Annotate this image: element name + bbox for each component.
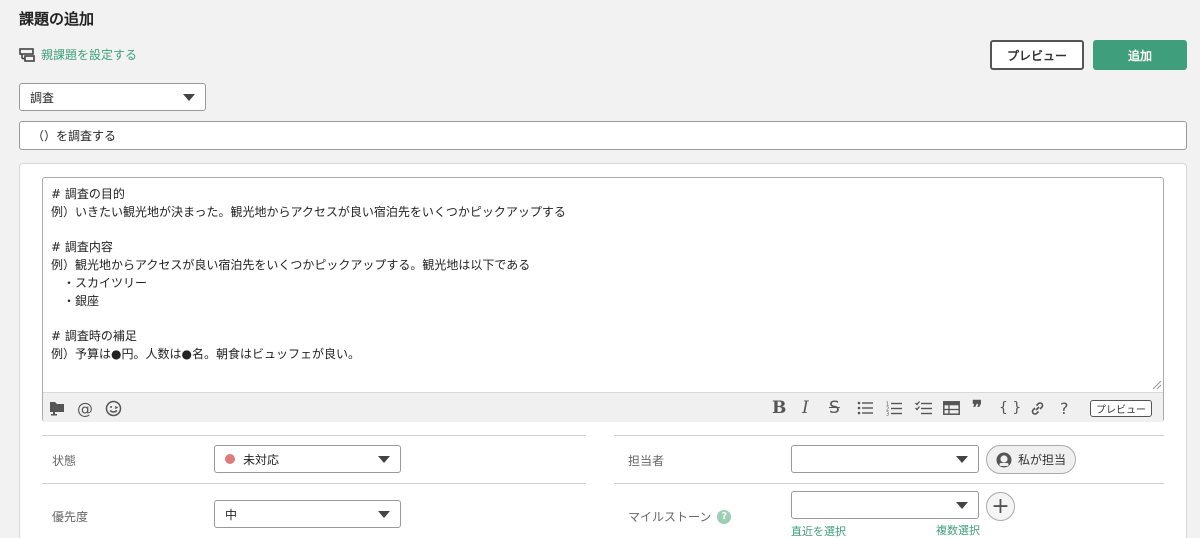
- emoji-icon[interactable]: [105, 399, 122, 417]
- table-icon[interactable]: [943, 399, 960, 417]
- milestone-label: マイルストーン ?: [628, 508, 732, 525]
- select-recent-link[interactable]: 直近を選択: [791, 523, 846, 538]
- divider: [42, 435, 586, 436]
- status-label: 状態: [52, 454, 77, 468]
- divider: [42, 483, 586, 484]
- assignee-label: 担当者: [628, 454, 665, 468]
- description-line: ・銀座: [51, 293, 100, 308]
- page-title: 課題の追加: [19, 10, 95, 28]
- description-line: # 調査の目的: [51, 187, 125, 201]
- divider: [614, 435, 1164, 436]
- summary-input[interactable]: （）を調査する: [19, 121, 1187, 150]
- assign-me-button[interactable]: 私が担当: [986, 445, 1076, 474]
- status-dot: [225, 454, 235, 464]
- editor-toolbar: @ B I S 123 ❞ { } ? プレビュー: [43, 392, 1163, 422]
- svg-text:3: 3: [886, 411, 889, 416]
- editor-preview-button[interactable]: プレビュー: [1090, 400, 1152, 417]
- description-line: [51, 222, 566, 240]
- quote-icon[interactable]: ❞: [972, 397, 982, 419]
- add-button[interactable]: 追加: [1093, 40, 1187, 70]
- multi-select-link[interactable]: 複数選択: [936, 522, 980, 538]
- milestone-select[interactable]: [791, 491, 979, 519]
- add-milestone-button[interactable]: +: [986, 492, 1015, 521]
- description-text[interactable]: # 調査の目的例）いきたい観光地が決まった。観光地からアクセスが良い宿泊先をいく…: [51, 186, 566, 364]
- plus-icon: +: [991, 493, 1010, 519]
- divider: [614, 483, 1164, 484]
- description-line: 例）予算は●円。人数は●名。朝食はビュッフェが良い。: [51, 347, 360, 362]
- question-icon[interactable]: ?: [717, 509, 732, 524]
- checklist-icon[interactable]: [915, 399, 932, 417]
- dropdown-arrow-icon: [183, 94, 195, 101]
- help-icon[interactable]: ?: [1060, 399, 1069, 418]
- description-editor[interactable]: # 調査の目的例）いきたい観光地が決まった。観光地からアクセスが良い宿泊先をいく…: [42, 177, 1164, 422]
- dropdown-arrow-icon: [378, 511, 390, 518]
- numbered-list-icon[interactable]: 123: [886, 399, 902, 417]
- milestone-label-text: マイルストーン: [628, 510, 712, 524]
- avatar-icon: [996, 452, 1012, 467]
- status-select[interactable]: 未対応: [214, 445, 401, 473]
- code-icon[interactable]: { }: [999, 399, 1021, 417]
- bold-icon[interactable]: B: [772, 398, 786, 418]
- dropdown-arrow-icon: [956, 502, 968, 509]
- dropdown-arrow-icon: [378, 456, 390, 463]
- strikethrough-icon[interactable]: S: [829, 398, 840, 418]
- issue-type-select[interactable]: 調査: [19, 83, 206, 111]
- resize-handle-icon[interactable]: [1153, 381, 1161, 389]
- dropdown-arrow-icon: [956, 456, 968, 463]
- description-line: [51, 311, 566, 329]
- priority-select[interactable]: 中: [214, 500, 401, 528]
- parent-issue-icon: [19, 47, 35, 62]
- description-line: 例）観光地からアクセスが良い宿泊先をいくつかピックアップする。観光地は以下である: [51, 258, 531, 273]
- set-parent-issue-link[interactable]: 親課題を設定する: [19, 46, 137, 63]
- description-line: # 調査時の補足: [51, 329, 137, 344]
- description-line: ・スカイツリー: [51, 275, 148, 290]
- italic-icon[interactable]: I: [802, 398, 809, 418]
- issue-type-value: 調査: [30, 90, 55, 105]
- assign-me-label: 私が担当: [1017, 453, 1066, 467]
- description-line: 例）いきたい観光地が決まった。観光地からアクセスが良い宿泊先をいくつかピックアッ…: [51, 204, 566, 219]
- set-parent-issue-label: 親課題を設定する: [41, 48, 138, 62]
- preview-button[interactable]: プレビュー: [990, 40, 1084, 70]
- folder-icon[interactable]: [49, 399, 66, 417]
- status-value: 未対応: [243, 452, 280, 467]
- priority-value: 中: [225, 507, 238, 522]
- link-icon[interactable]: [1029, 399, 1046, 417]
- description-line: # 調査内容: [51, 240, 113, 255]
- mention-icon[interactable]: @: [77, 399, 93, 418]
- priority-label: 優先度: [52, 510, 89, 524]
- bullet-list-icon[interactable]: [857, 399, 873, 417]
- assignee-select[interactable]: [791, 445, 979, 473]
